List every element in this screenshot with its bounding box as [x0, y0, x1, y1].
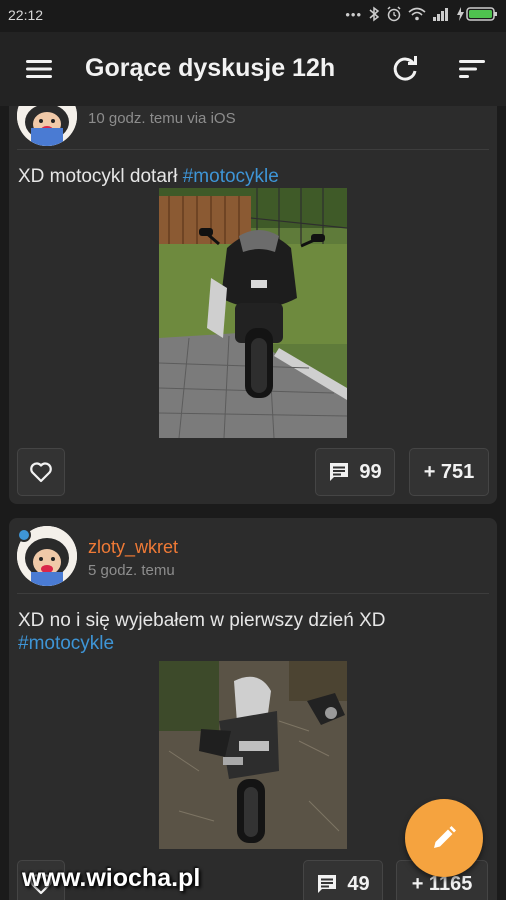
status-icons: ••• — [345, 6, 498, 22]
post-card[interactable]: 10 godz. temu via iOS XD motocykl dotarł… — [9, 106, 497, 504]
online-indicator — [17, 528, 31, 542]
crashed-motorcycle-photo — [159, 661, 347, 849]
alarm-icon — [387, 6, 401, 22]
bluetooth-icon — [369, 6, 380, 22]
comments-button[interactable]: 99 — [315, 448, 395, 496]
post-image[interactable] — [159, 188, 347, 438]
post-tag-link[interactable]: #motocykle — [183, 166, 279, 187]
sort-icon — [459, 60, 485, 78]
post-text: XD motocykl dotarł — [18, 166, 183, 187]
signal-icon — [433, 8, 448, 21]
refresh-button[interactable] — [386, 50, 424, 88]
post-text: XD no i się wyjebałem w pierwszy dzień X… — [18, 610, 386, 631]
app-bar: Gorące dyskusje 12h — [0, 32, 506, 106]
comment-count: 99 — [359, 460, 382, 483]
wifi-icon — [408, 7, 426, 21]
vote-count: + 751 — [423, 460, 475, 483]
post-tag-link[interactable]: #motocykle — [18, 633, 114, 654]
comment-icon — [318, 875, 337, 893]
post-image[interactable] — [159, 661, 347, 849]
comments-button[interactable]: 49 — [303, 860, 383, 900]
motorcycle-photo — [159, 188, 347, 438]
battery-charging-icon — [457, 7, 497, 21]
status-bar: 22:12 ••• — [0, 0, 506, 32]
post-content: XD no i się wyjebałem w pierwszy dzień X… — [18, 609, 488, 655]
refresh-icon — [393, 56, 417, 81]
sort-button[interactable] — [453, 50, 491, 88]
post-meta: 10 godz. temu via iOS — [88, 110, 236, 127]
menu-button[interactable] — [20, 50, 58, 88]
page-title: Gorące dyskusje 12h — [85, 54, 336, 82]
comment-icon — [330, 463, 349, 481]
post-content: XD motocykl dotarł #motocykle — [18, 165, 279, 188]
vote-button[interactable]: + 751 — [409, 448, 489, 496]
avatar[interactable] — [17, 106, 77, 146]
pencil-icon — [434, 826, 456, 848]
comment-count: 49 — [347, 872, 370, 895]
watermark: www.wiocha.pl — [22, 864, 201, 892]
heart-outline-icon — [30, 462, 52, 483]
feed: 10 godz. temu via iOS XD motocykl dotarł… — [0, 106, 506, 900]
more-icon: ••• — [345, 6, 362, 22]
hamburger-menu-icon — [26, 60, 52, 78]
new-post-button[interactable] — [405, 799, 483, 877]
post-author-link[interactable]: zloty_wkret — [88, 537, 178, 558]
divider — [17, 593, 489, 594]
status-time: 22:12 — [8, 7, 44, 23]
post-meta: 5 godz. temu — [88, 562, 175, 579]
avatar-image — [17, 106, 77, 146]
divider — [17, 149, 489, 150]
favorite-button[interactable] — [17, 448, 65, 496]
